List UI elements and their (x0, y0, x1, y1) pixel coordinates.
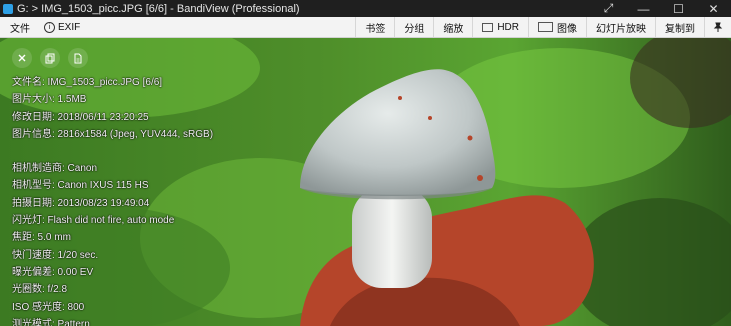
app-logo-icon (3, 3, 13, 14)
image-viewer[interactable]: 文件名: IMG_1503_picc.JPG [6/6] 图片大小: 1.5MB… (0, 38, 731, 326)
image-info: 图片信息: 2816x1584 (Jpeg, YUV444, sRGB) (12, 128, 214, 140)
shutter-speed: 快门速度: 1/20 sec. (12, 249, 99, 261)
camera-model: 相机型号: Canon IXUS 115 HS (12, 180, 149, 192)
title-bar: G: > IMG_1503_picc.JPG [6/6] - BandiView… (0, 0, 731, 17)
exif-info-panel: 文件名: IMG_1503_picc.JPG [6/6] 图片大小: 1.5MB… (12, 74, 213, 326)
info-icon: i (44, 21, 55, 33)
menu-bar: 文件 i EXIF 书签 分组 缩放 HDR 图像 幻灯片放映 复制到 (0, 17, 731, 38)
fullscreen-button[interactable]: ⤢ (591, 0, 626, 17)
metering-mode: 测光模式: Pattern (12, 318, 90, 326)
capture-date: 拍摄日期: 2013/08/23 19:49:04 (12, 197, 150, 209)
image-icon (538, 22, 553, 32)
minimize-button[interactable]: — (626, 0, 661, 17)
menu-exif[interactable]: i EXIF (40, 17, 84, 37)
slideshow-button[interactable]: 幻灯片放映 (586, 17, 655, 37)
menu-file[interactable]: 文件 (0, 17, 34, 37)
zoom-button[interactable]: 缩放 (433, 17, 472, 37)
close-button[interactable]: ✕ (696, 0, 731, 17)
pin-icon (713, 22, 723, 32)
window-title: G: > IMG_1503_picc.JPG [6/6] - BandiView… (17, 2, 300, 15)
image-label: 图像 (557, 23, 577, 35)
maximize-button[interactable]: ☐ (661, 0, 696, 17)
flash: 闪光灯: Flash did not fire, auto mode (12, 215, 175, 227)
iso: ISO 感光度: 800 (12, 301, 85, 313)
modified-date: 修改日期: 2018/06/11 23:20:25 (12, 111, 149, 123)
copy-to-button[interactable]: 复制到 (655, 17, 704, 37)
file-name: 文件名: IMG_1503_picc.JPG [6/6] (12, 77, 163, 88)
camera-maker: 相机制造商: Canon (12, 163, 98, 175)
window-controls: ⤢ — ☐ ✕ (591, 0, 731, 17)
bandiview-window: G: > IMG_1503_picc.JPG [6/6] - BandiView… (0, 0, 731, 326)
close-icon[interactable] (12, 48, 32, 68)
hdr-button[interactable]: HDR (472, 17, 528, 37)
file-size: 图片大小: 1.5MB (12, 94, 87, 106)
toolbar-right: 书签 分组 缩放 HDR 图像 幻灯片放映 复制到 (355, 17, 731, 37)
group-button[interactable]: 分组 (394, 17, 433, 37)
document-icon[interactable] (68, 48, 88, 68)
exposure-bias: 曝光偏差: 0.00 EV (12, 266, 94, 278)
image-button[interactable]: 图像 (528, 17, 586, 37)
copy-icon[interactable] (40, 48, 60, 68)
bookmark-button[interactable]: 书签 (355, 17, 394, 37)
overlay-toolbar (12, 48, 88, 68)
hdr-icon (482, 22, 494, 32)
aperture: 光圈数: f/2.8 (12, 284, 68, 296)
focal-length: 焦距: 5.0 mm (12, 232, 71, 244)
hdr-label: HDR (497, 21, 519, 33)
pin-button[interactable] (704, 17, 731, 37)
menu-exif-label: EXIF (58, 21, 81, 33)
